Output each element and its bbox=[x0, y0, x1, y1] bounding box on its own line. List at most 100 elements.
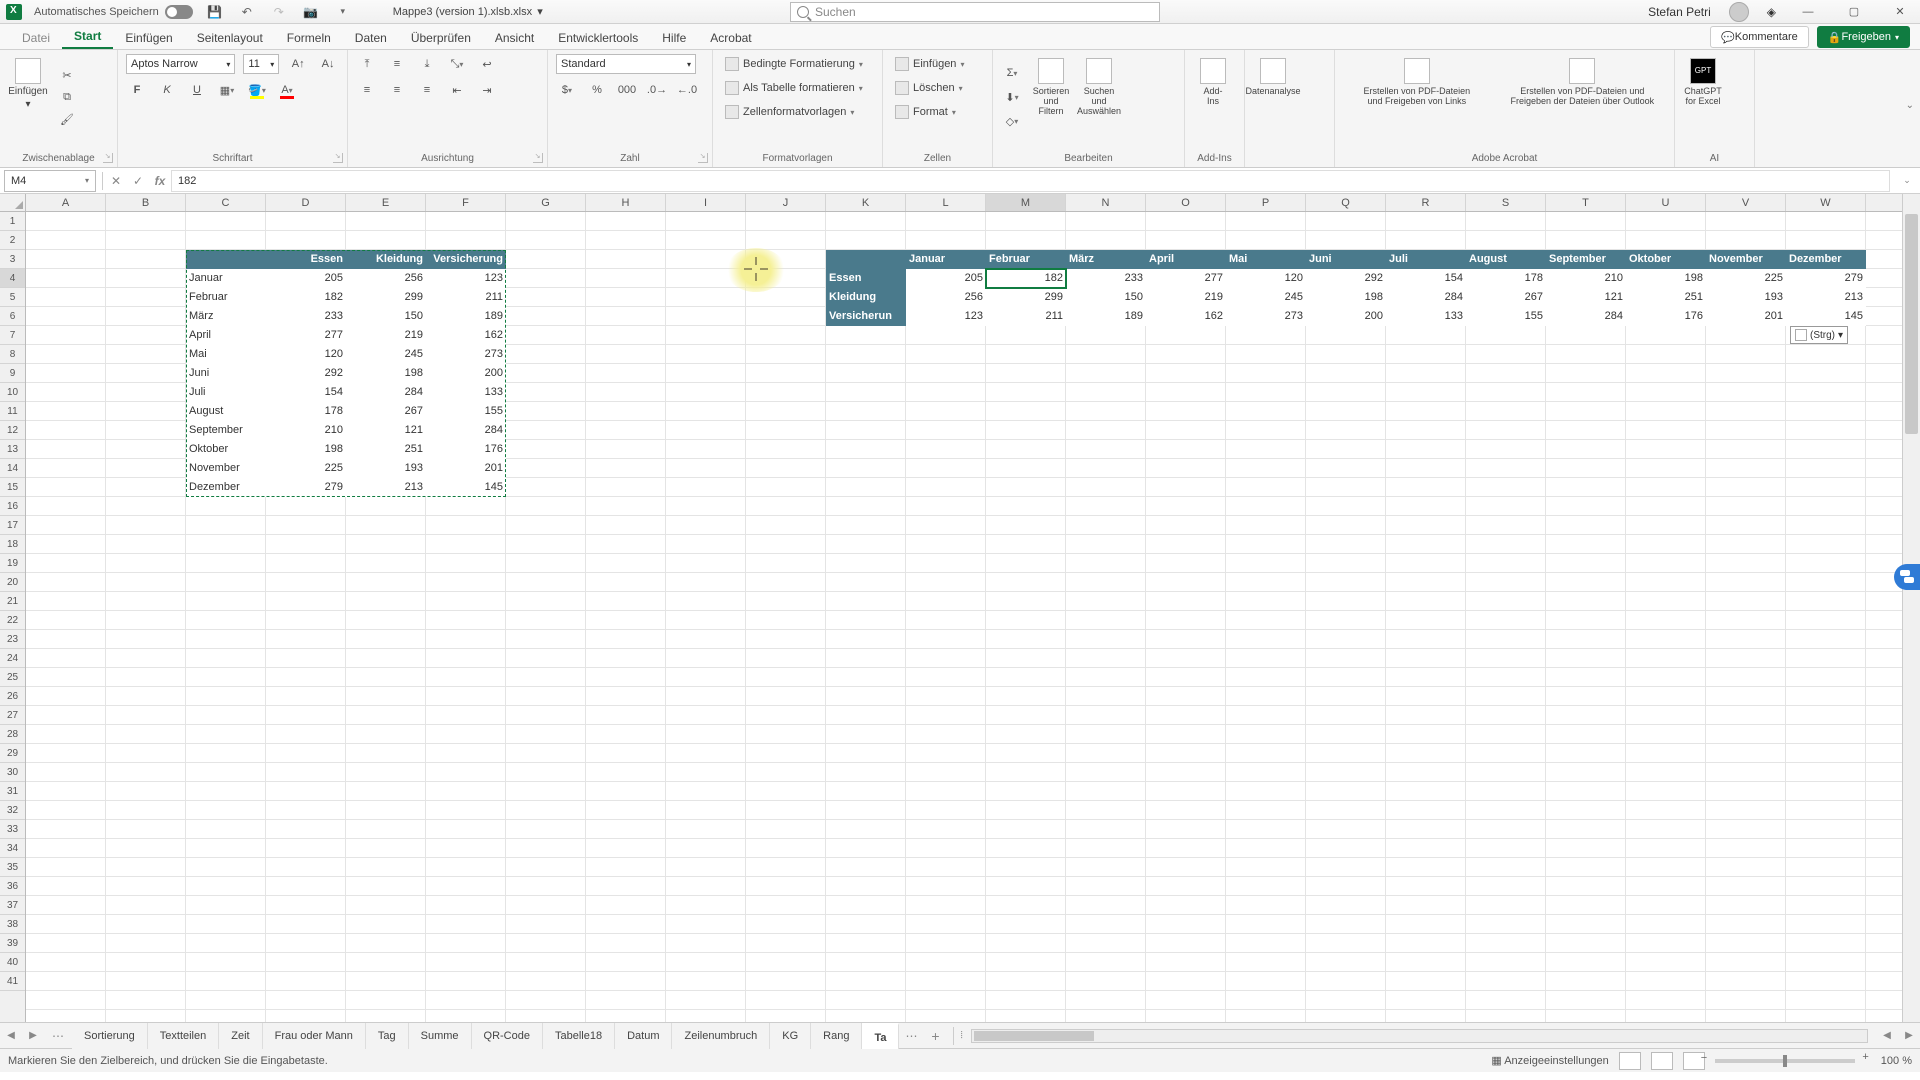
cell-styles[interactable]: Zellenformatvorlagen bbox=[721, 102, 874, 122]
cell[interactable]: Januar bbox=[906, 250, 986, 269]
cell[interactable]: 200 bbox=[1306, 307, 1386, 326]
row-header-11[interactable]: 11 bbox=[0, 402, 25, 421]
row-header-7[interactable]: 7 bbox=[0, 326, 25, 345]
cell[interactable]: 198 bbox=[346, 364, 426, 383]
number-format-select[interactable]: Standard▾ bbox=[556, 54, 696, 74]
sheet-tab-QR-Code[interactable]: QR-Code bbox=[472, 1023, 543, 1049]
cell[interactable]: 162 bbox=[426, 326, 506, 345]
row-header-13[interactable]: 13 bbox=[0, 440, 25, 459]
col-header-I[interactable]: I bbox=[666, 194, 746, 211]
view-normal-icon[interactable] bbox=[1619, 1052, 1641, 1070]
row-header-39[interactable]: 39 bbox=[0, 934, 25, 953]
fill-color-icon[interactable]: 🪣 bbox=[246, 80, 268, 100]
cell[interactable]: 256 bbox=[346, 269, 426, 288]
row-header-38[interactable]: 38 bbox=[0, 915, 25, 934]
cell[interactable]: 267 bbox=[1466, 288, 1546, 307]
cell[interactable]: Januar bbox=[186, 269, 266, 288]
row-header-27[interactable]: 27 bbox=[0, 706, 25, 725]
acrobat-link-button[interactable]: Erstellen von PDF-Dateien und Freigeben … bbox=[1343, 54, 1491, 140]
format-as-table[interactable]: Als Tabelle formatieren bbox=[721, 78, 874, 98]
cell[interactable]: Oktober bbox=[1626, 250, 1706, 269]
row-header-6[interactable]: 6 bbox=[0, 307, 25, 326]
col-header-R[interactable]: R bbox=[1386, 194, 1466, 211]
cell[interactable]: 133 bbox=[426, 383, 506, 402]
tab-acrobat[interactable]: Acrobat bbox=[698, 26, 763, 49]
cell[interactable]: 201 bbox=[426, 459, 506, 478]
cell[interactable]: 299 bbox=[346, 288, 426, 307]
tab-file[interactable]: Datei bbox=[10, 26, 62, 49]
cell[interactable]: März bbox=[1066, 250, 1146, 269]
sheet-tab-KG[interactable]: KG bbox=[770, 1023, 811, 1049]
row-header-32[interactable]: 32 bbox=[0, 801, 25, 820]
hscroll-right[interactable]: ▶ bbox=[1898, 1030, 1920, 1041]
cell[interactable]: 225 bbox=[266, 459, 346, 478]
cell[interactable]: Februar bbox=[986, 250, 1066, 269]
col-header-C[interactable]: C bbox=[186, 194, 266, 211]
align-left-icon[interactable]: ≡ bbox=[356, 80, 378, 100]
sheet-tab-Tabelle18[interactable]: Tabelle18 bbox=[543, 1023, 615, 1049]
row-header-20[interactable]: 20 bbox=[0, 573, 25, 592]
cell[interactable]: 176 bbox=[1626, 307, 1706, 326]
maximize-button[interactable]: ▢ bbox=[1840, 2, 1868, 22]
col-header-J[interactable]: J bbox=[746, 194, 826, 211]
row-header-34[interactable]: 34 bbox=[0, 839, 25, 858]
row-header-4[interactable]: 4 bbox=[0, 269, 25, 288]
cell[interactable]: 193 bbox=[1706, 288, 1786, 307]
cell[interactable]: 210 bbox=[266, 421, 346, 440]
sheet-nav-prev[interactable]: ◀ bbox=[0, 1030, 22, 1041]
cell[interactable] bbox=[826, 250, 906, 269]
expand-formula-icon[interactable]: ⌄ bbox=[1898, 175, 1916, 186]
cell[interactable]: 225 bbox=[1706, 269, 1786, 288]
clear-icon[interactable]: ◇ bbox=[1001, 111, 1023, 131]
align-middle-icon[interactable]: ≡ bbox=[386, 54, 408, 74]
save-icon[interactable]: 💾 bbox=[205, 2, 225, 22]
cell[interactable]: August bbox=[1466, 250, 1546, 269]
cell[interactable]: Juli bbox=[1386, 250, 1466, 269]
horizontal-scrollbar[interactable] bbox=[971, 1029, 1868, 1043]
row-header-30[interactable]: 30 bbox=[0, 763, 25, 782]
sheet-tab-Ta[interactable]: Ta bbox=[862, 1023, 899, 1049]
cell[interactable]: 273 bbox=[426, 345, 506, 364]
cell[interactable]: 150 bbox=[346, 307, 426, 326]
comma-icon[interactable]: 000 bbox=[616, 80, 638, 100]
col-header-M[interactable]: M bbox=[986, 194, 1066, 211]
cell[interactable]: August bbox=[186, 402, 266, 421]
cell[interactable]: Dezember bbox=[186, 478, 266, 497]
cell[interactable]: Versicherung bbox=[426, 250, 506, 269]
row-header-25[interactable]: 25 bbox=[0, 668, 25, 687]
col-header-O[interactable]: O bbox=[1146, 194, 1226, 211]
cell[interactable]: 178 bbox=[266, 402, 346, 421]
tab-ansicht[interactable]: Ansicht bbox=[483, 26, 546, 49]
col-header-K[interactable]: K bbox=[826, 194, 906, 211]
row-header-17[interactable]: 17 bbox=[0, 516, 25, 535]
cell[interactable]: April bbox=[186, 326, 266, 345]
sort-filter-button[interactable]: Sortieren und Filtern bbox=[1031, 54, 1071, 140]
indent-decrease-icon[interactable]: ⇤ bbox=[446, 80, 468, 100]
col-header-E[interactable]: E bbox=[346, 194, 426, 211]
font-name-select[interactable]: Aptos Narrow▾ bbox=[126, 54, 235, 74]
row-header-5[interactable]: 5 bbox=[0, 288, 25, 307]
conditional-formatting[interactable]: Bedingte Formatierung bbox=[721, 54, 874, 74]
cell[interactable]: 198 bbox=[1626, 269, 1706, 288]
row-header-21[interactable]: 21 bbox=[0, 592, 25, 611]
italic-button[interactable]: K bbox=[156, 80, 178, 100]
cell[interactable]: September bbox=[186, 421, 266, 440]
tab-hilfe[interactable]: Hilfe bbox=[650, 26, 698, 49]
hscroll-left[interactable]: ◀ bbox=[1876, 1030, 1898, 1041]
add-sheet-button[interactable]: + bbox=[923, 1028, 947, 1044]
cell[interactable]: 284 bbox=[426, 421, 506, 440]
cell[interactable]: 273 bbox=[1226, 307, 1306, 326]
insert-cells[interactable]: Einfügen bbox=[891, 54, 984, 74]
bold-button[interactable]: F bbox=[126, 80, 148, 100]
row-header-23[interactable]: 23 bbox=[0, 630, 25, 649]
redo-icon[interactable]: ↷ bbox=[269, 2, 289, 22]
cell[interactable]: 121 bbox=[1546, 288, 1626, 307]
tab-entwicklertools[interactable]: Entwicklertools bbox=[546, 26, 650, 49]
row-header-24[interactable]: 24 bbox=[0, 649, 25, 668]
cell[interactable]: 211 bbox=[986, 307, 1066, 326]
view-layout-icon[interactable] bbox=[1651, 1052, 1673, 1070]
sheet-tab-Datum[interactable]: Datum bbox=[615, 1023, 672, 1049]
cell[interactable]: März bbox=[186, 307, 266, 326]
cell[interactable]: 178 bbox=[1466, 269, 1546, 288]
alignment-launcher[interactable]: ↘ bbox=[533, 153, 543, 163]
